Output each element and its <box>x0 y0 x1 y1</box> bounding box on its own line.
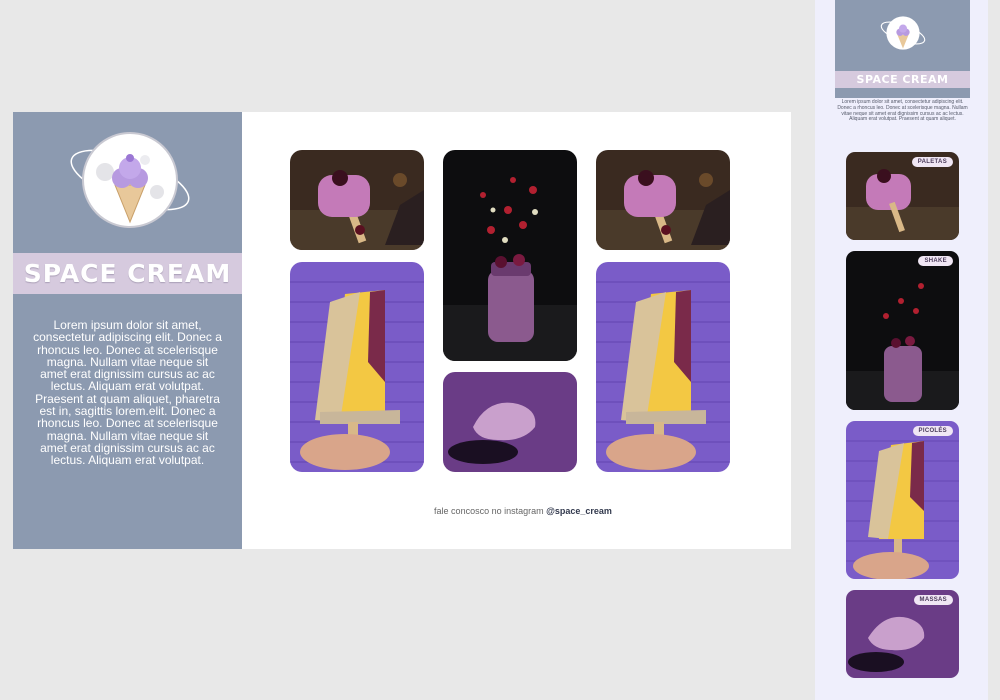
gallery-image-paleta-2[interactable] <box>596 150 730 250</box>
gallery-image-massa[interactable] <box>443 372 577 472</box>
desktop-mockup: SPACE CREAM Lorem ipsum dolor sit amet, … <box>13 112 791 549</box>
mobile-brand-title: SPACE CREAM <box>856 73 949 86</box>
mobile-card-badge: MASSAS <box>913 595 953 605</box>
mobile-card-badge: PICOLÉS <box>912 426 953 436</box>
mobile-header: SPACE CREAM <box>835 0 970 98</box>
mobile-card-massas[interactable]: MASSAS <box>846 590 959 678</box>
mobile-brand-bar: SPACE CREAM <box>835 71 970 88</box>
mobile-description: Lorem ipsum dolor sit amet, consectetur … <box>837 99 968 123</box>
instagram-note: fale concosco no instagram @space_cream <box>255 506 791 516</box>
mobile-card-paletas[interactable]: PALETAS <box>846 152 959 240</box>
brand-description: Lorem ipsum dolor sit amet, consectetur … <box>33 318 222 468</box>
planet-logo-icon <box>65 130 195 230</box>
mobile-card-picoles[interactable]: PICOLÉS <box>846 421 959 579</box>
mobile-planet-logo-icon <box>879 13 927 53</box>
brand-title: SPACE CREAM <box>23 259 232 288</box>
sidebar: SPACE CREAM Lorem ipsum dolor sit amet, … <box>13 112 242 549</box>
mobile-card-shake[interactable]: SHAKE <box>846 251 959 410</box>
gallery-image-paleta[interactable] <box>290 150 424 250</box>
mobile-card-badge: PALETAS <box>911 157 953 167</box>
gallery-image-picole[interactable] <box>290 262 424 472</box>
gallery-image-shake[interactable] <box>443 150 577 361</box>
instagram-handle-link[interactable]: @space_cream <box>546 506 612 516</box>
gallery-image-picole-2[interactable] <box>596 262 730 472</box>
mobile-mockup: SPACE CREAM Lorem ipsum dolor sit amet, … <box>815 0 988 700</box>
mobile-card-badge: SHAKE <box>918 256 953 266</box>
brand-title-bar: SPACE CREAM <box>13 253 242 294</box>
instagram-note-text: fale concosco no instagram <box>434 506 547 516</box>
